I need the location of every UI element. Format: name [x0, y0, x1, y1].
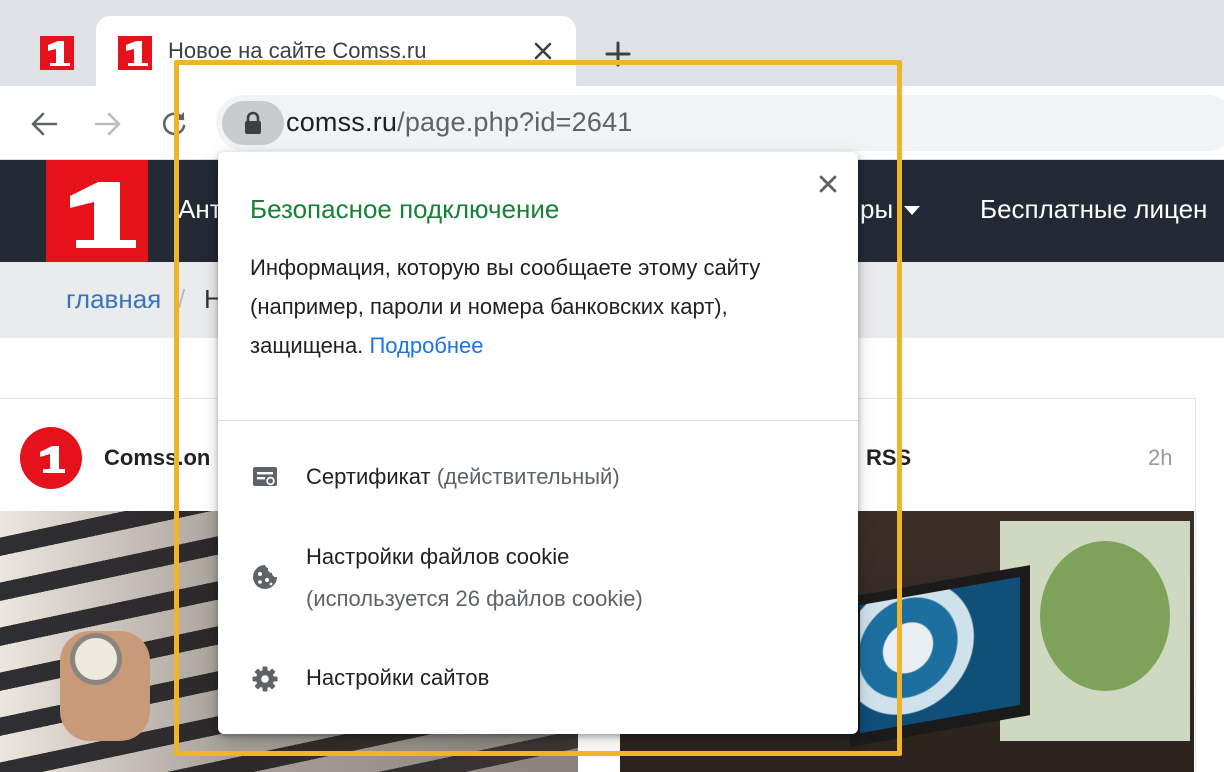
site-logo-icon — [70, 182, 136, 248]
arrow-right-icon — [94, 112, 121, 136]
popup-description-text: Информация, которую вы сообщаете этому с… — [250, 255, 761, 358]
tab-title: Новое на сайте Comss.ru — [168, 38, 427, 63]
nav-item-antivirus[interactable]: Ант — [178, 194, 222, 225]
site-settings-label: Настройки сайтов — [306, 665, 490, 690]
card-source: RSS — [866, 445, 912, 470]
nav-item-free-licenses[interactable]: Бесплатные лицен — [980, 194, 1207, 225]
learn-more-link[interactable]: Подробнее — [369, 333, 483, 358]
close-icon — [819, 175, 837, 193]
popup-title: Безопасное подключение — [250, 194, 560, 224]
certificate-label: Сертификат (действительный) — [306, 464, 620, 490]
url-path: /page.php?id=2641 — [397, 107, 633, 137]
site-info-popup: Безопасное подключение Информация, котор… — [218, 152, 858, 734]
site-logo-icon — [40, 446, 65, 473]
card-timestamp: 2h — [1148, 445, 1173, 470]
site-logo[interactable] — [46, 160, 148, 262]
watch-icon — [70, 633, 122, 685]
image-tree — [1040, 541, 1170, 691]
url-host: comss.ru — [286, 107, 398, 137]
certificate-status: (действительный) — [436, 464, 620, 489]
active-tab[interactable]: Новое на сайте Comss.ru — [96, 16, 576, 88]
nav-item-programs[interactable]: ры — [860, 194, 893, 225]
gear-icon — [250, 664, 280, 694]
popup-close-button[interactable] — [812, 168, 844, 200]
address-bar[interactable]: comss.ru/page.php?id=2641 — [216, 95, 1224, 151]
chevron-down-icon — [904, 206, 920, 215]
site-favicon-icon — [40, 36, 74, 70]
pinned-tab[interactable] — [40, 36, 74, 70]
reload-button[interactable] — [154, 104, 194, 144]
reload-icon — [163, 112, 186, 136]
card-author[interactable]: Comss.on — [104, 445, 210, 471]
tab-close-button[interactable] — [526, 34, 560, 68]
site-info-button[interactable] — [222, 101, 284, 145]
browser-toolbar: comss.ru/page.php?id=2641 — [0, 86, 1224, 160]
new-tab-button[interactable] — [600, 36, 636, 72]
cookie-settings-label: Настройки файлов cookie — [306, 544, 570, 569]
arrow-left-icon — [31, 112, 58, 136]
certificate-label-text: Сертификат — [306, 464, 431, 489]
site-favicon-icon — [118, 36, 152, 70]
avatar[interactable] — [20, 427, 82, 489]
forward-button[interactable] — [88, 104, 128, 144]
plus-icon — [605, 41, 631, 67]
breadcrumb-home-link[interactable]: главная — [66, 284, 161, 315]
back-button[interactable] — [24, 104, 64, 144]
divider — [218, 420, 858, 421]
certificate-icon — [250, 462, 280, 492]
popup-description: Информация, которую вы сообщаете этому с… — [250, 248, 820, 365]
cookie-count: (используется 26 файлов cookie) — [306, 586, 643, 611]
url-text[interactable]: comss.ru/page.php?id=2641 — [286, 107, 633, 138]
tab-strip: Новое на сайте Comss.ru — [0, 0, 1224, 88]
breadcrumb-separator: / — [178, 284, 186, 314]
close-icon — [534, 42, 552, 60]
lock-icon — [245, 111, 261, 134]
cookie-icon — [250, 562, 280, 592]
